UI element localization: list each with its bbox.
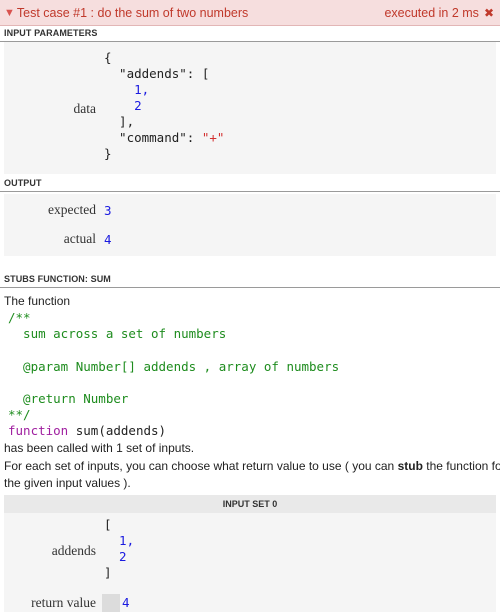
json-line: 2 — [104, 98, 142, 113]
expected-label: expected — [48, 202, 96, 217]
doc-open: /** — [8, 310, 31, 325]
doc-description: sum across a set of numbers — [8, 326, 227, 341]
fail-icon: ✖ — [483, 5, 494, 20]
explain-text: For each set of inputs, you can choose w… — [4, 459, 398, 473]
section-title-input-parameters: INPUT PARAMETERS — [0, 26, 500, 42]
json-line: [ — [104, 517, 112, 532]
input-set-header: INPUT SET 0 — [4, 495, 496, 513]
test-status: executed in 2 ms — [384, 5, 479, 20]
test-case-title-wrap[interactable]: ▼ Test case #1 : do the sum of two numbe… — [4, 6, 248, 20]
json-line-command: "command": "+" — [104, 130, 225, 145]
input-data-json: { "addends": [ 1, 2 ], "command": "+" } — [104, 50, 224, 162]
addends-label: addends — [51, 543, 96, 558]
function-keyword: function — [8, 423, 69, 438]
return-value-label: return value — [31, 595, 96, 610]
json-line: ], — [104, 114, 135, 129]
stub-explain-line1: For each set of inputs, you can choose w… — [4, 459, 500, 473]
input-parameters-block: data { "addends": [ 1, 2 ], "command": "… — [4, 42, 496, 174]
chevron-down-icon[interactable]: ▼ — [4, 7, 15, 19]
json-line: 1, — [104, 533, 135, 548]
input-set-block: addends [ 1, 2 ] return value 4 — [4, 513, 496, 612]
section-title-stubs: STUBS FUNCTION: SUM — [0, 272, 500, 288]
json-line: "addends": [ — [104, 66, 210, 81]
explain-text: the function for — [422, 459, 500, 473]
stub-called-text: has been called with 1 set of inputs. — [4, 441, 195, 455]
return-value-handle[interactable] — [102, 594, 120, 612]
section-title-output: OUTPUT — [0, 176, 500, 192]
function-name: sum(addends) — [68, 423, 167, 438]
explain-stub-word: stub — [397, 459, 423, 473]
json-line: 1, — [104, 82, 150, 97]
function-signature: function sum(addends) — [8, 423, 166, 439]
addends-json: [ 1, 2 ] — [104, 517, 134, 581]
input-data-label: data — [73, 101, 97, 116]
output-block: expected 3 actual 4 — [4, 194, 496, 256]
test-case-header[interactable]: ▼ Test case #1 : do the sum of two numbe… — [0, 0, 500, 26]
test-case-title: Test case #1 : do the sum of two numbers — [16, 5, 249, 20]
doc-close: **/ — [8, 407, 31, 422]
json-line: } — [104, 146, 112, 161]
json-line: 2 — [104, 549, 127, 564]
doc-param: @param Number[] addends , array of numbe… — [8, 359, 340, 374]
return-value-input[interactable]: 4 — [122, 595, 130, 611]
json-line: ] — [104, 565, 112, 580]
stub-explain-line2: the given input values ). — [4, 476, 131, 490]
actual-label: actual — [63, 231, 96, 246]
actual-value: 4 — [104, 232, 112, 247]
json-line: { — [104, 50, 112, 65]
stub-intro: The function — [4, 294, 71, 308]
expected-value: 3 — [104, 203, 112, 218]
test-status-wrap: executed in 2 ms ✖ — [384, 6, 494, 20]
doc-return: @return Number — [8, 391, 129, 406]
